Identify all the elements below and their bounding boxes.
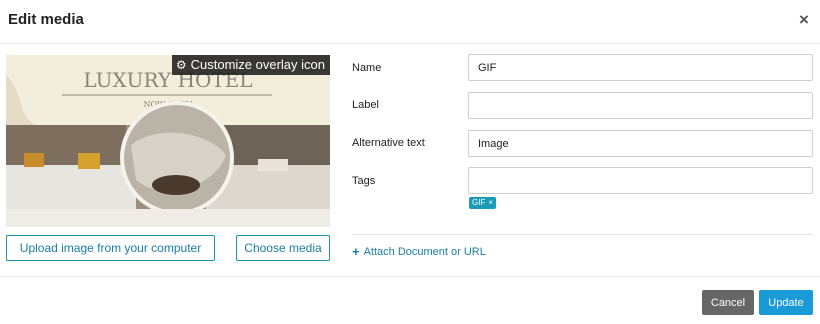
- image-preview: LUXURY HOTEL NOW OPEN ⚙ Customize overla…: [6, 55, 330, 227]
- alt-text-label: Alternative text: [352, 137, 425, 149]
- label-label: Label: [352, 99, 379, 111]
- gear-icon: ⚙: [175, 58, 187, 72]
- name-label: Name: [352, 62, 382, 74]
- attach-document-link[interactable]: + Attach Document or URL: [352, 244, 486, 259]
- name-input[interactable]: [468, 54, 813, 81]
- tag-chip: GIF ×: [469, 197, 497, 209]
- dialog-footer: [0, 276, 820, 324]
- customize-overlay-button[interactable]: ⚙ Customize overlay icon: [171, 55, 330, 75]
- tag-remove-icon[interactable]: ×: [488, 197, 493, 209]
- divider: [352, 234, 813, 235]
- alt-text-input[interactable]: [468, 130, 813, 157]
- customize-overlay-label: Customize overlay icon: [190, 57, 325, 72]
- dialog-header: Edit media ×: [0, 0, 820, 44]
- update-button[interactable]: Update: [759, 290, 813, 315]
- upload-image-button[interactable]: Upload image from your computer: [6, 235, 215, 261]
- tags-label: Tags: [352, 175, 376, 187]
- hotel-image: LUXURY HOTEL NOW OPEN: [6, 55, 330, 227]
- close-icon[interactable]: ×: [796, 11, 812, 29]
- label-input[interactable]: [468, 92, 813, 119]
- cancel-button[interactable]: Cancel: [702, 290, 754, 315]
- tags-input[interactable]: [468, 167, 813, 194]
- attach-document-label: Attach Document or URL: [363, 246, 486, 258]
- dialog-title: Edit media: [8, 11, 84, 28]
- tag-label: GIF: [472, 198, 486, 207]
- plus-icon: +: [352, 244, 360, 259]
- choose-media-button[interactable]: Choose media: [236, 235, 330, 261]
